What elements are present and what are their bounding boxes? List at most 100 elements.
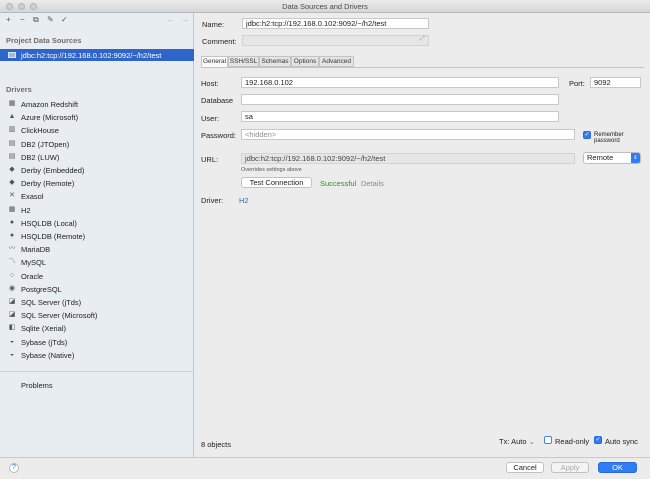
test-status: Successful — [320, 179, 357, 188]
driver-label: SQL Server (jTds) — [21, 298, 82, 307]
auto-sync-label: Auto sync — [605, 437, 638, 446]
driver-icon: ▤ — [8, 152, 16, 160]
name-field[interactable]: jdbc:h2:tcp://192.168.0.102:9092/~/h2/te… — [242, 18, 429, 29]
remember-password-checkbox[interactable]: ✓ — [583, 131, 591, 139]
password-field[interactable]: <hidden> — [241, 129, 575, 140]
problems-item[interactable]: Problems — [21, 381, 53, 390]
project-data-sources-header: Project Data Sources — [6, 36, 82, 45]
driver-item[interactable]: 〰 MariaDB — [0, 243, 194, 255]
tab-general[interactable]: General — [201, 56, 228, 67]
driver-item[interactable]: ▦ H2 — [0, 204, 194, 216]
driver-item[interactable]: ▤ DB2 (JTOpen) — [0, 138, 194, 150]
remove-icon[interactable]: − — [20, 15, 25, 25]
driver-item[interactable]: ◆ Derby (Embedded) — [0, 164, 194, 176]
driver-item[interactable]: ◪ SQL Server (jTds) — [0, 296, 194, 308]
driver-item[interactable]: ◆ Derby (Remote) — [0, 177, 194, 189]
host-field[interactable]: 192.168.0.102 — [241, 77, 559, 88]
tab-options[interactable]: Options — [291, 56, 319, 67]
driver-icon: ◪ — [8, 298, 16, 305]
driver-item[interactable]: ▤ DB2 (LUW) — [0, 151, 194, 163]
auto-sync-checkbox[interactable]: ✓ — [594, 436, 602, 444]
driver-icon: ▲ — [8, 113, 16, 121]
read-only-checkbox[interactable] — [544, 436, 552, 444]
driver-item[interactable]: ▦ Amazon Redshift — [0, 98, 194, 110]
driver-item[interactable]: ◒ Sybase (jTds) — [0, 336, 194, 348]
left-toolbar: + − ⧉ ✎ ✓ ← → — [0, 13, 194, 28]
driver-label: Sybase (Native) — [21, 350, 75, 360]
driver-label: MySQL — [21, 258, 47, 268]
details-link[interactable]: Details — [361, 179, 384, 188]
driver-label: Oracle — [21, 271, 44, 281]
comment-field[interactable] — [242, 35, 429, 46]
driver-icon: ▦ — [8, 100, 16, 107]
cancel-button[interactable]: Cancel — [506, 462, 544, 473]
driver-icon: ◒ — [9, 350, 15, 358]
apply-button[interactable]: Apply — [551, 462, 589, 473]
back-arrow-icon[interactable]: ← — [167, 15, 175, 25]
data-source-item[interactable]: jdbc:h2:tcp://192.168.0.102:9092/~/h2/te… — [0, 49, 194, 61]
expand-icon[interactable]: ⤢ — [420, 36, 425, 43]
copy-icon[interactable]: ⧉ — [33, 15, 39, 25]
url-label: URL: — [201, 155, 219, 164]
driver-item[interactable]: ○ Oracle — [0, 270, 194, 282]
driver-item[interactable]: ▲ Azure (Microsoft) — [0, 111, 194, 123]
left-panel: + − ⧉ ✎ ✓ ← → Project Data Sources jdbc:… — [0, 13, 194, 457]
driver-label: Derby (Remote) — [21, 179, 75, 189]
driver-link[interactable]: H2 — [239, 196, 249, 205]
database-field[interactable] — [241, 94, 559, 105]
url-mode-value: Remote — [587, 153, 614, 162]
remember-password-label: Remember password — [594, 132, 624, 144]
driver-item[interactable]: 〽 MySQL — [0, 256, 194, 268]
driver-icon: ● — [9, 232, 15, 239]
driver-item[interactable]: ▥ ClickHouse — [0, 124, 194, 136]
url-mode-select[interactable]: Remote ⇕ — [583, 152, 641, 164]
port-field[interactable]: 9092 — [590, 77, 641, 88]
driver-label: DB2 (JTOpen) — [21, 139, 70, 149]
chevron-updown-icon: ⇕ — [631, 153, 640, 163]
driver-item[interactable]: ◧ Sqlite (Xerial) — [0, 322, 194, 334]
driver-item[interactable]: ● HSQLDB (Remote) — [0, 230, 194, 242]
driver-label: ClickHouse — [21, 126, 59, 136]
driver-item[interactable]: ✕ Exasol — [0, 190, 194, 202]
driver-label: SQL Server (Microsoft) — [21, 311, 98, 321]
tab-schemas[interactable]: Schemas — [259, 56, 291, 67]
driver-label: Azure (Microsoft) — [21, 113, 79, 123]
driver-icon: ◪ — [8, 311, 16, 319]
right-panel: Name: jdbc:h2:tcp://192.168.0.102:9092/~… — [195, 13, 650, 457]
objects-count: 8 objects — [201, 440, 232, 449]
driver-label: HSQLDB (Local) — [21, 218, 77, 228]
test-connection-button[interactable]: Test Connection — [241, 177, 312, 188]
url-field[interactable]: jdbc:h2:tcp://192.168.0.102:9092/~/h2/te… — [241, 153, 575, 164]
database-label: Database — [201, 96, 234, 105]
tab-underline — [201, 67, 644, 68]
bottom-bar: ? Cancel Apply OK — [0, 457, 650, 479]
help-icon[interactable]: ? — [9, 463, 19, 473]
user-field[interactable]: sa — [241, 111, 559, 122]
password-label: Password: — [201, 131, 237, 140]
driver-icon: ● — [9, 218, 15, 226]
driver-icon: ◆ — [9, 166, 15, 173]
host-label: Host: — [201, 79, 219, 88]
driver-label: HSQLDB (Remote) — [21, 232, 86, 241]
ok-button[interactable]: OK — [598, 462, 637, 473]
driver-label: H2 — [21, 205, 31, 215]
add-icon[interactable]: + — [6, 15, 11, 25]
tab-advanced[interactable]: Advanced — [319, 56, 354, 67]
driver-label: Sybase (jTds) — [21, 337, 68, 347]
divider — [0, 371, 194, 372]
database-icon — [8, 52, 16, 58]
driver-icon: 〰 — [8, 245, 16, 253]
comment-label: Comment: — [202, 37, 237, 46]
driver-item[interactable]: ● HSQLDB (Local) — [0, 217, 194, 229]
tab-ssh-ssl[interactable]: SSH/SSL — [228, 56, 259, 67]
tx-mode-label: Tx: Auto — [499, 437, 527, 446]
wrench-icon[interactable]: ✎ — [47, 15, 54, 25]
driver-item[interactable]: ◉ PostgreSQL — [0, 283, 194, 295]
driver-icon: ▦ — [8, 205, 16, 213]
import-icon[interactable]: ✓ — [61, 15, 68, 25]
tx-mode-dropdown[interactable]: Tx: Auto ⌄ — [499, 437, 535, 446]
forward-arrow-icon[interactable]: → — [181, 15, 189, 25]
driver-item[interactable]: ◒ Sybase (Native) — [0, 349, 194, 361]
driver-icon: ◧ — [8, 324, 16, 332]
driver-item[interactable]: ◪ SQL Server (Microsoft) — [0, 309, 194, 321]
